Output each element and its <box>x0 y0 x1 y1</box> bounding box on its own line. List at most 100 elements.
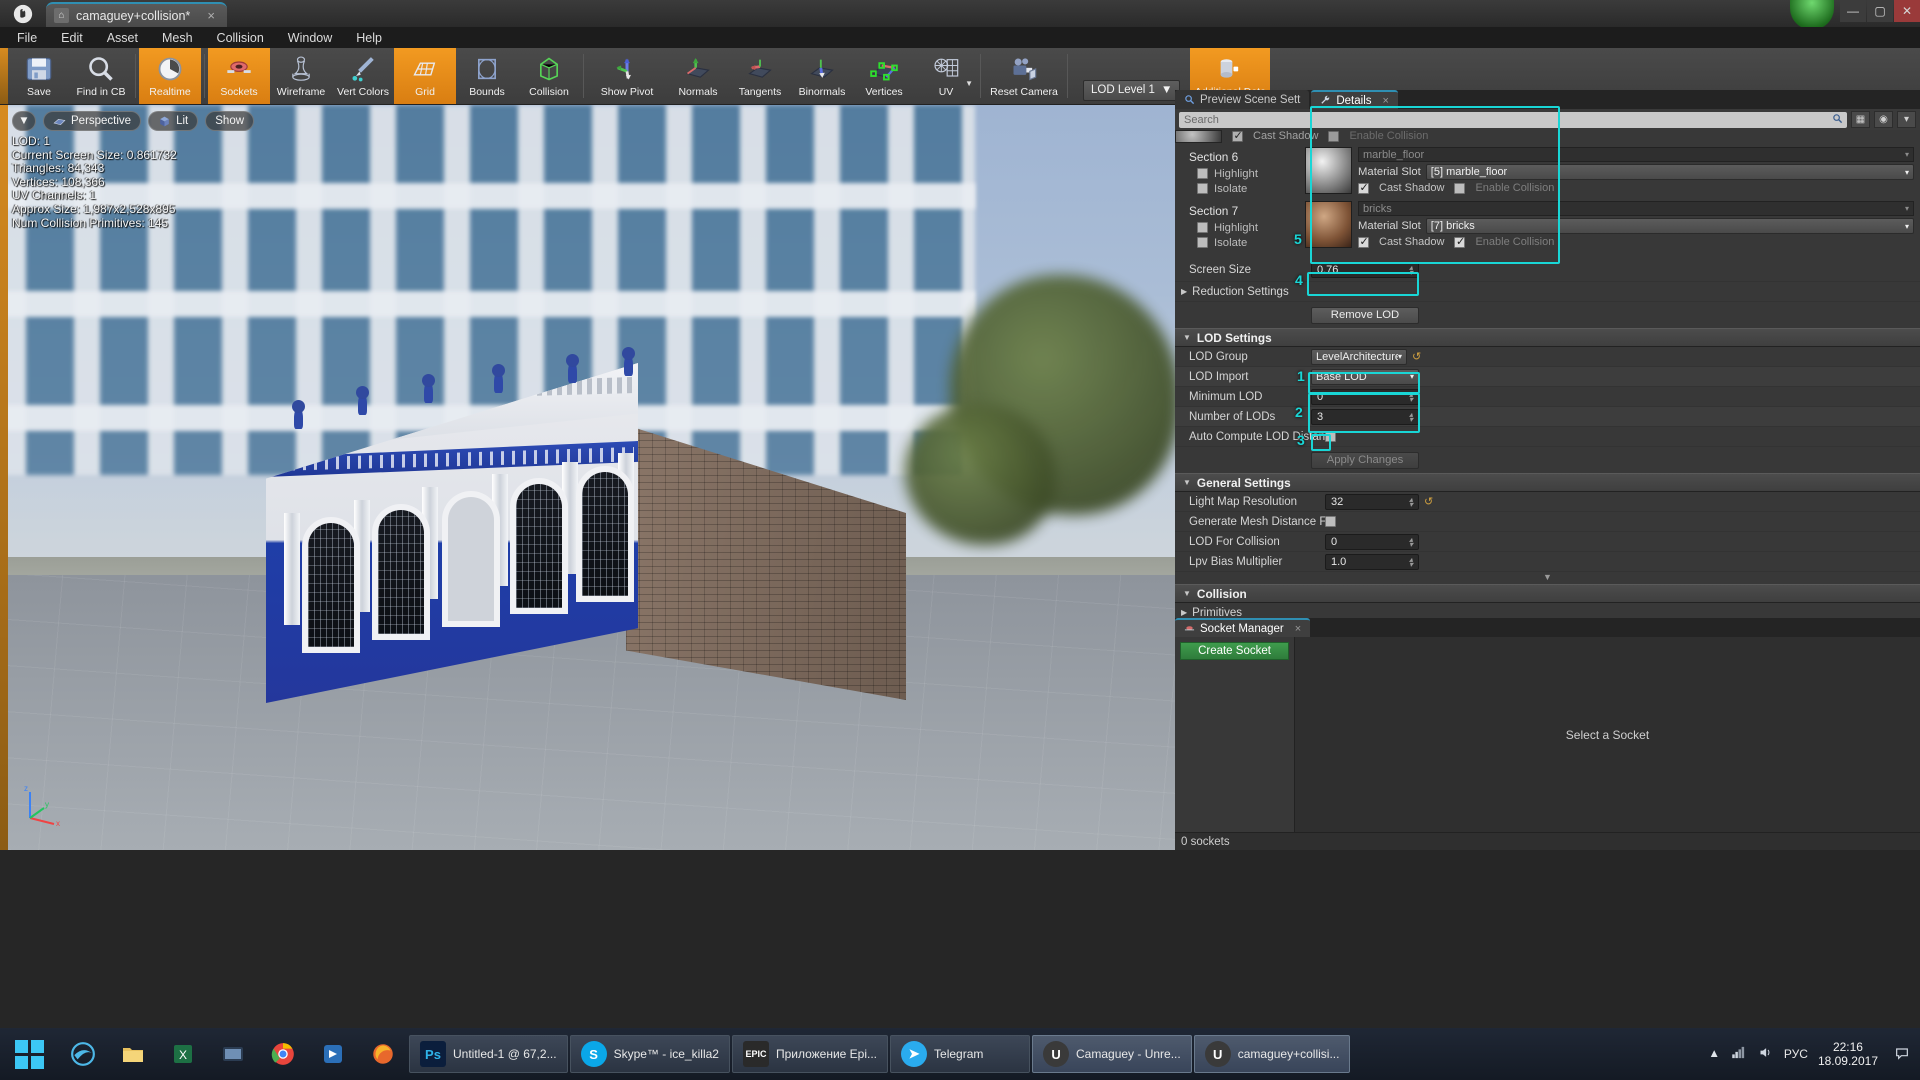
taskbar-clock[interactable]: 22:16 18.09.2017 <box>1818 1040 1884 1068</box>
toolbar-find-in-cb-button[interactable]: Find in CB <box>70 48 132 104</box>
toolbar-realtime-button[interactable]: Realtime <box>139 48 201 104</box>
lod-for-collision-input[interactable]: 0 ▴ ▾ <box>1325 533 1419 550</box>
section-7-isolate[interactable]: Isolate <box>1175 235 1305 250</box>
lod-level-dropdown[interactable]: LOD Level 1 ▼ <box>1083 79 1181 101</box>
toolbar-wireframe-button[interactable]: Wireframe <box>270 48 332 104</box>
firefox-icon[interactable] <box>358 1028 408 1080</box>
apply-changes-button[interactable]: Apply Changes <box>1311 451 1419 469</box>
taskbar-task-camaguey-collision[interactable]: U camaguey+collisi... <box>1193 1035 1351 1073</box>
volume-icon[interactable] <box>1757 1045 1774 1063</box>
viewport-options-button[interactable]: ▼ <box>12 111 36 131</box>
lpv-bias-multiplier-input[interactable]: 1.0 ▴ ▾ <box>1325 553 1419 570</box>
spinner-icon[interactable]: ▴ ▾ <box>1409 535 1413 548</box>
taskbar-task-skype[interactable]: S Skype™ - ice_killa2 <box>569 1035 730 1073</box>
language-indicator[interactable]: РУС <box>1784 1047 1808 1061</box>
number-of-lods-input[interactable]: 3 ▴ ▾ <box>1311 408 1419 425</box>
toolbar-collision-button[interactable]: Collision <box>518 48 580 104</box>
toolbar-binormals-button[interactable]: Binormals <box>791 48 853 104</box>
excel-icon[interactable]: X <box>158 1028 208 1080</box>
tab-details-close-icon[interactable]: × <box>1383 95 1389 107</box>
details-settings-caret[interactable]: ▾ <box>1897 111 1916 128</box>
viewport-perspective-button[interactable]: Perspective <box>43 111 142 131</box>
maximize-button[interactable]: ▢ <box>1867 0 1893 22</box>
chevron-down-icon[interactable]: ▾ <box>1905 204 1909 213</box>
minimize-button[interactable]: — <box>1840 0 1866 22</box>
minimum-lod-input[interactable]: 0 ▴ ▾ <box>1311 388 1419 405</box>
details-filter-button[interactable]: ▦ <box>1851 111 1870 128</box>
collapse-triangle-icon[interactable]: ▼ <box>1183 333 1191 342</box>
expand-triangle-icon[interactable]: ▶ <box>1181 287 1187 296</box>
enable-collision-checkbox-partial[interactable] <box>1328 130 1340 142</box>
section-7-cast-shadow-checkbox[interactable] <box>1358 235 1369 248</box>
reset-to-default-icon[interactable]: ↺ <box>1424 495 1433 508</box>
static-mesh-preview[interactable] <box>266 347 906 723</box>
document-tab-close-icon[interactable]: × <box>207 8 215 23</box>
uv-dropdown-caret-icon[interactable]: ▼ <box>965 79 973 88</box>
taskbar-task-camaguey-unreal[interactable]: U Camaguey - Unre... <box>1032 1035 1192 1073</box>
toolbar-uv-button[interactable]: UV ▼ <box>915 48 977 104</box>
lod-group-combo[interactable]: LevelArchitecture ▾ <box>1311 348 1407 365</box>
light-map-resolution-input[interactable]: 32 ▴ ▾ <box>1325 493 1419 510</box>
section-7-highlight-checkbox[interactable] <box>1197 222 1208 233</box>
section-7-highlight[interactable]: Highlight <box>1175 220 1305 235</box>
toolbar-reset-camera-button[interactable]: Reset Camera <box>984 48 1064 104</box>
remove-lod-button[interactable]: Remove LOD <box>1311 306 1419 324</box>
collision-category[interactable]: ▼ Collision <box>1175 584 1920 603</box>
general-settings-category[interactable]: ▼ General Settings <box>1175 473 1920 492</box>
spinner-icon[interactable]: ▴ ▾ <box>1409 555 1413 568</box>
mesh-viewport[interactable]: ▼ Perspective Lit Show LOD: 1 Current Sc… <box>0 105 1175 850</box>
viewport-show-button[interactable]: Show <box>205 111 255 131</box>
auto-compute-lod-distance-checkbox[interactable] <box>1325 431 1336 442</box>
chevron-down-icon[interactable]: ▾ <box>1905 150 1909 159</box>
section-7-material-name[interactable]: bricks ▾ <box>1358 201 1914 216</box>
spinner-icon[interactable]: ▴ ▾ <box>1409 495 1413 508</box>
collapse-triangle-icon[interactable]: ▼ <box>1183 478 1191 487</box>
spinner-icon[interactable]: ▴ ▾ <box>1409 263 1413 276</box>
section-6-material-name[interactable]: marble_floor ▾ <box>1358 147 1914 162</box>
toolbar-vertices-button[interactable]: Vertices <box>853 48 915 104</box>
search-input[interactable]: Search <box>1179 111 1847 128</box>
notification-icon[interactable] <box>1894 1045 1910 1064</box>
taskbar-task-telegram[interactable]: ➤ Telegram <box>890 1035 1031 1073</box>
section-6-isolate-checkbox[interactable] <box>1197 183 1208 194</box>
search-icon[interactable] <box>1832 113 1843 127</box>
collapse-triangle-icon[interactable]: ▼ <box>1183 589 1191 598</box>
generate-mesh-distance-field-checkbox[interactable] <box>1325 516 1336 527</box>
socket-list[interactable]: Create Socket <box>1175 637 1295 832</box>
chrome-icon[interactable] <box>258 1028 308 1080</box>
menu-collision[interactable]: Collision <box>206 29 275 47</box>
lod-settings-category[interactable]: ▼ LOD Settings <box>1175 328 1920 347</box>
details-property-scroll[interactable]: Cast Shadow Enable Collision Section 6 H… <box>1175 130 1920 658</box>
store-icon[interactable] <box>308 1028 358 1080</box>
tab-socket-manager-close-icon[interactable]: × <box>1295 623 1301 635</box>
details-visibility-button[interactable]: ◉ <box>1874 111 1893 128</box>
menu-window[interactable]: Window <box>277 29 343 47</box>
network-icon[interactable] <box>1730 1045 1747 1063</box>
toolbar-show-pivot-button[interactable]: Show Pivot <box>587 48 667 104</box>
lod-import-combo[interactable]: Base LOD ▾ <box>1311 368 1419 385</box>
toolbar-tangents-button[interactable]: Tangents <box>729 48 791 104</box>
menu-help[interactable]: Help <box>345 29 393 47</box>
spinner-icon[interactable]: ▴ ▾ <box>1409 410 1413 423</box>
taskbar-task-epic-games[interactable]: EPIC Приложение Epi... <box>731 1035 889 1073</box>
scroll-more-indicator[interactable]: ▼ <box>1175 572 1920 584</box>
edge-icon[interactable] <box>58 1028 108 1080</box>
menu-asset[interactable]: Asset <box>96 29 149 47</box>
expand-triangle-icon[interactable]: ▶ <box>1181 608 1187 617</box>
tray-expand-caret-icon[interactable]: ▲ <box>1709 1048 1720 1060</box>
windows-start-icon[interactable] <box>0 1028 58 1080</box>
vlc-icon[interactable] <box>208 1028 258 1080</box>
section-7-isolate-checkbox[interactable] <box>1197 237 1208 248</box>
explorer-icon[interactable] <box>108 1028 158 1080</box>
taskbar-task-photoshop[interactable]: Ps Untitled-1 @ 67,2... <box>409 1035 568 1073</box>
menu-mesh[interactable]: Mesh <box>151 29 204 47</box>
tab-preview-scene-settings[interactable]: Preview Scene Sett <box>1175 90 1310 109</box>
reset-to-default-icon[interactable]: ↺ <box>1412 350 1421 363</box>
reduction-settings-row[interactable]: ▶ Reduction Settings <box>1175 282 1920 302</box>
section-6-cast-shadow-checkbox[interactable] <box>1358 181 1369 194</box>
section-6-isolate[interactable]: Isolate <box>1175 181 1305 196</box>
cast-shadow-checkbox-partial[interactable] <box>1232 130 1243 142</box>
tab-socket-manager[interactable]: Socket Manager × <box>1175 618 1311 637</box>
create-socket-button[interactable]: Create Socket <box>1180 642 1289 660</box>
toolbar-bounds-button[interactable]: Bounds <box>456 48 518 104</box>
